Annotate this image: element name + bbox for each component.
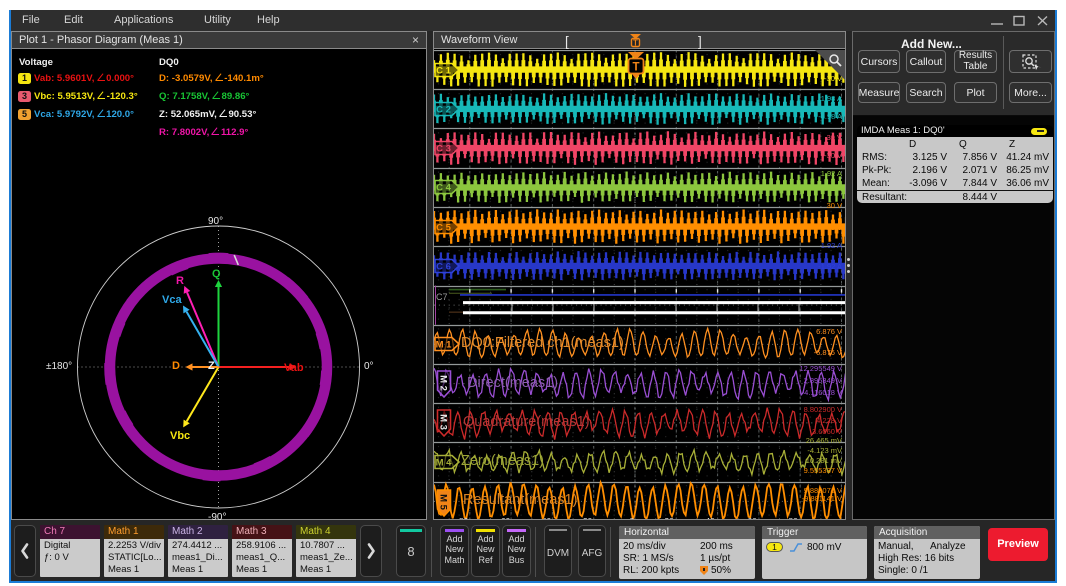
svg-text:M 4: M 4 — [436, 458, 453, 469]
svg-text:C 2: C 2 — [436, 105, 451, 116]
svg-text:T: T — [632, 62, 639, 74]
svg-text:C 3: C 3 — [436, 144, 451, 155]
svg-text:M 5: M 5 — [438, 494, 449, 511]
svg-text:M 3: M 3 — [438, 414, 449, 430]
svg-text:T: T — [633, 38, 638, 47]
svg-text:C 1: C 1 — [436, 66, 452, 77]
svg-text:C 4: C 4 — [436, 183, 452, 194]
svg-text:C 5: C 5 — [436, 223, 452, 234]
svg-text:C 6: C 6 — [436, 262, 451, 273]
svg-text:M 1: M 1 — [436, 340, 453, 351]
svg-text:M 2: M 2 — [438, 375, 449, 391]
